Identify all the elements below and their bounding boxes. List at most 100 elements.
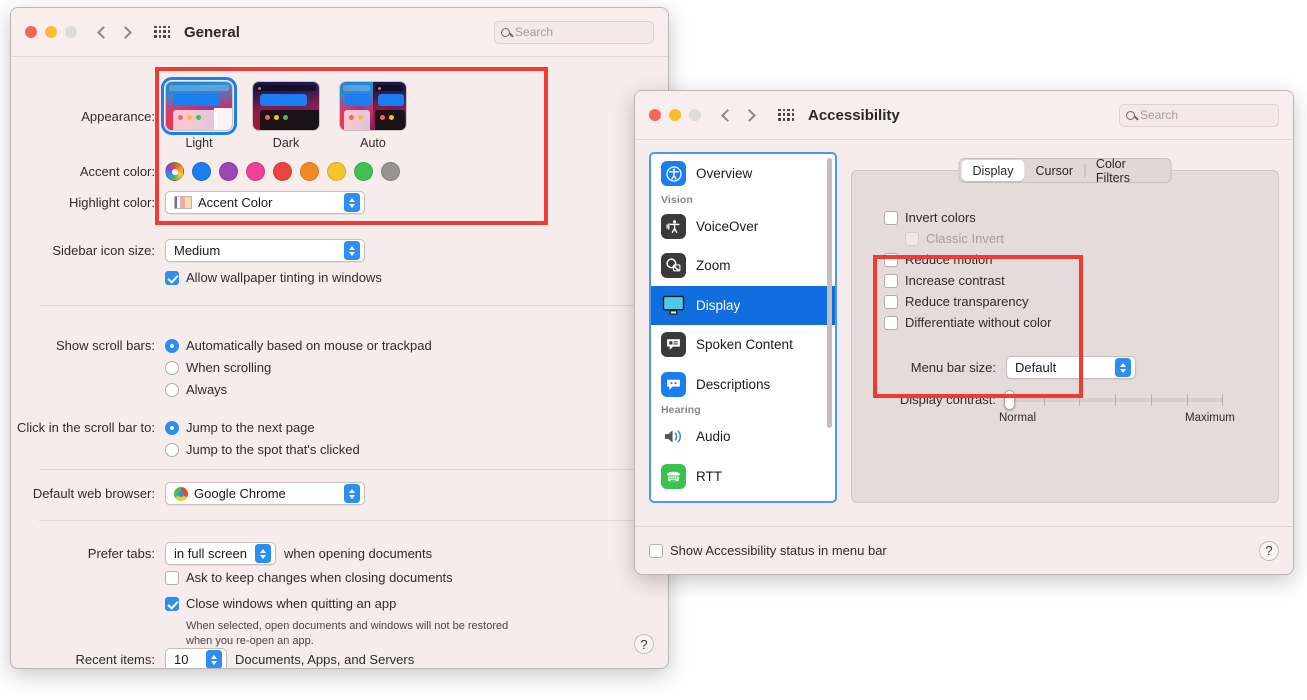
forward-icon[interactable] xyxy=(119,26,132,39)
search-field[interactable]: Search xyxy=(494,21,654,44)
recent-items-dropdown[interactable]: 10 xyxy=(165,648,227,669)
accessibility-sidebar[interactable]: Overview Vision VoiceOver Zoom Displa xyxy=(649,152,837,503)
click-option-next-page[interactable]: Jump to the next page xyxy=(165,420,360,435)
tab-cursor[interactable]: Cursor xyxy=(1025,160,1085,181)
prefer-tabs-dropdown[interactable]: in full screen xyxy=(165,542,276,565)
scroll-option-always[interactable]: Always xyxy=(165,382,432,397)
reduce-motion-checkbox[interactable] xyxy=(884,253,898,267)
show-status-checkbox[interactable] xyxy=(649,544,663,558)
sidebar-group-hearing: Hearing xyxy=(651,404,835,417)
close-windows-checkbox[interactable] xyxy=(165,597,179,611)
sidebar-item-rtt[interactable]: RTT xyxy=(651,457,835,497)
search-icon xyxy=(1126,111,1135,120)
increase-contrast-checkbox[interactable] xyxy=(884,274,898,288)
accent-swatch-red[interactable] xyxy=(273,162,292,181)
chevron-updown-icon[interactable] xyxy=(206,650,222,669)
click-radio-spot-clicked[interactable] xyxy=(165,443,179,457)
nav-arrows xyxy=(723,111,754,120)
sidebar-item-voiceover[interactable]: VoiceOver xyxy=(651,207,835,247)
option-reduce-transparency[interactable]: Reduce transparency xyxy=(884,294,1051,309)
option-reduce-motion[interactable]: Reduce motion xyxy=(884,252,1051,267)
sidebar-item-spoken-content[interactable]: Spoken Content xyxy=(651,325,835,365)
zoom-button[interactable] xyxy=(65,26,77,38)
click-radio-next-page[interactable] xyxy=(165,421,179,435)
ask-keep-changes-row[interactable]: Ask to keep changes when closing documen… xyxy=(165,570,453,585)
option-differentiate-without-color[interactable]: Differentiate without color xyxy=(884,315,1051,330)
accent-swatch-pink[interactable] xyxy=(246,162,265,181)
accent-swatch-graphite[interactable] xyxy=(381,162,400,181)
sidebar-item-overview[interactable]: Overview xyxy=(651,154,835,194)
show-all-grid-icon[interactable] xyxy=(778,109,795,122)
display-settings-pane: Display Cursor Color Filters Invert colo… xyxy=(851,170,1279,503)
search-icon xyxy=(501,28,510,37)
sidebar-item-descriptions[interactable]: Descriptions xyxy=(651,365,835,405)
click-option-spot-clicked[interactable]: Jump to the spot that's clicked xyxy=(165,442,360,457)
display-contrast-knob[interactable] xyxy=(1004,390,1015,410)
help-button[interactable]: ? xyxy=(634,634,654,654)
tab-color-filters[interactable]: Color Filters xyxy=(1085,160,1169,181)
chevron-updown-icon[interactable] xyxy=(344,241,360,260)
accent-swatch-purple[interactable] xyxy=(219,162,238,181)
appearance-label-light: Light xyxy=(165,136,233,150)
sidebar-icon-size-dropdown[interactable]: Medium xyxy=(165,239,365,262)
click-label-spot-clicked: Jump to the spot that's clicked xyxy=(186,442,360,457)
highlight-color-dropdown[interactable]: Accent Color xyxy=(165,191,365,214)
tab-display[interactable]: Display xyxy=(962,160,1025,181)
accent-swatch-multicolor[interactable] xyxy=(165,162,184,181)
search-field[interactable]: Search xyxy=(1119,104,1279,127)
scroll-option-when-scrolling[interactable]: When scrolling xyxy=(165,360,432,375)
invert-colors-checkbox[interactable] xyxy=(884,211,898,225)
appearance-thumb-auto[interactable] xyxy=(339,81,407,131)
appearance-thumb-dark[interactable] xyxy=(252,81,320,131)
option-invert-colors[interactable]: Invert colors xyxy=(884,210,1051,225)
ask-keep-changes-checkbox[interactable] xyxy=(165,571,179,585)
appearance-option-light[interactable]: Light xyxy=(165,81,233,150)
minimize-button[interactable] xyxy=(669,109,681,121)
wallpaper-tinting-checkbox[interactable] xyxy=(165,271,179,285)
accent-swatch-yellow[interactable] xyxy=(327,162,346,181)
sidebar-item-captions[interactable]: Captions xyxy=(651,496,835,503)
help-button[interactable]: ? xyxy=(1259,541,1279,561)
reduce-transparency-checkbox[interactable] xyxy=(884,295,898,309)
close-button[interactable] xyxy=(649,109,661,121)
voiceover-icon xyxy=(661,214,686,239)
accent-swatch-green[interactable] xyxy=(354,162,373,181)
chevron-updown-icon[interactable] xyxy=(344,484,360,503)
display-contrast-slider[interactable] xyxy=(1008,398,1223,402)
chevron-updown-icon[interactable] xyxy=(255,544,271,563)
divider-1 xyxy=(39,305,640,306)
scroll-radio-when-scrolling[interactable] xyxy=(165,361,179,375)
close-button[interactable] xyxy=(25,26,37,38)
chevron-updown-icon[interactable] xyxy=(1115,358,1131,377)
appearance-option-dark[interactable]: Dark xyxy=(252,81,320,150)
sidebar-item-zoom[interactable]: Zoom xyxy=(651,246,835,286)
sidebar-scrollbar[interactable] xyxy=(827,158,832,428)
chevron-updown-icon[interactable] xyxy=(344,193,360,212)
appearance-option-auto[interactable]: Auto xyxy=(339,81,407,150)
reduce-motion-label: Reduce motion xyxy=(905,252,992,267)
appearance-thumb-light[interactable] xyxy=(165,81,233,131)
zoom-button[interactable] xyxy=(689,109,701,121)
default-browser-dropdown[interactable]: Google Chrome xyxy=(165,482,365,505)
scroll-option-automatic[interactable]: Automatically based on mouse or trackpad xyxy=(165,338,432,353)
accent-swatch-orange[interactable] xyxy=(300,162,319,181)
back-icon[interactable] xyxy=(97,26,110,39)
close-windows-row[interactable]: Close windows when quitting an app xyxy=(165,596,396,611)
accent-swatch-blue[interactable] xyxy=(192,162,211,181)
general-content: Appearance: Light xyxy=(11,57,668,669)
display-contrast-min-label: Normal xyxy=(999,412,1036,424)
option-increase-contrast[interactable]: Increase contrast xyxy=(884,273,1051,288)
menu-bar-size-dropdown[interactable]: Default xyxy=(1006,356,1136,379)
back-icon[interactable] xyxy=(721,109,734,122)
scroll-radio-automatic[interactable] xyxy=(165,339,179,353)
show-all-grid-icon[interactable] xyxy=(154,26,171,39)
forward-icon[interactable] xyxy=(743,109,756,122)
minimize-button[interactable] xyxy=(45,26,57,38)
show-status-row[interactable]: Show Accessibility status in menu bar xyxy=(649,543,887,558)
sidebar-item-audio[interactable]: Audio xyxy=(651,417,835,457)
sidebar-item-display[interactable]: Display xyxy=(651,286,835,326)
differentiate-without-color-checkbox[interactable] xyxy=(884,316,898,330)
scroll-radio-always[interactable] xyxy=(165,383,179,397)
sidebar-icon-size-label: Sidebar icon size: xyxy=(11,243,155,258)
wallpaper-tinting-row[interactable]: Allow wallpaper tinting in windows xyxy=(165,270,382,285)
